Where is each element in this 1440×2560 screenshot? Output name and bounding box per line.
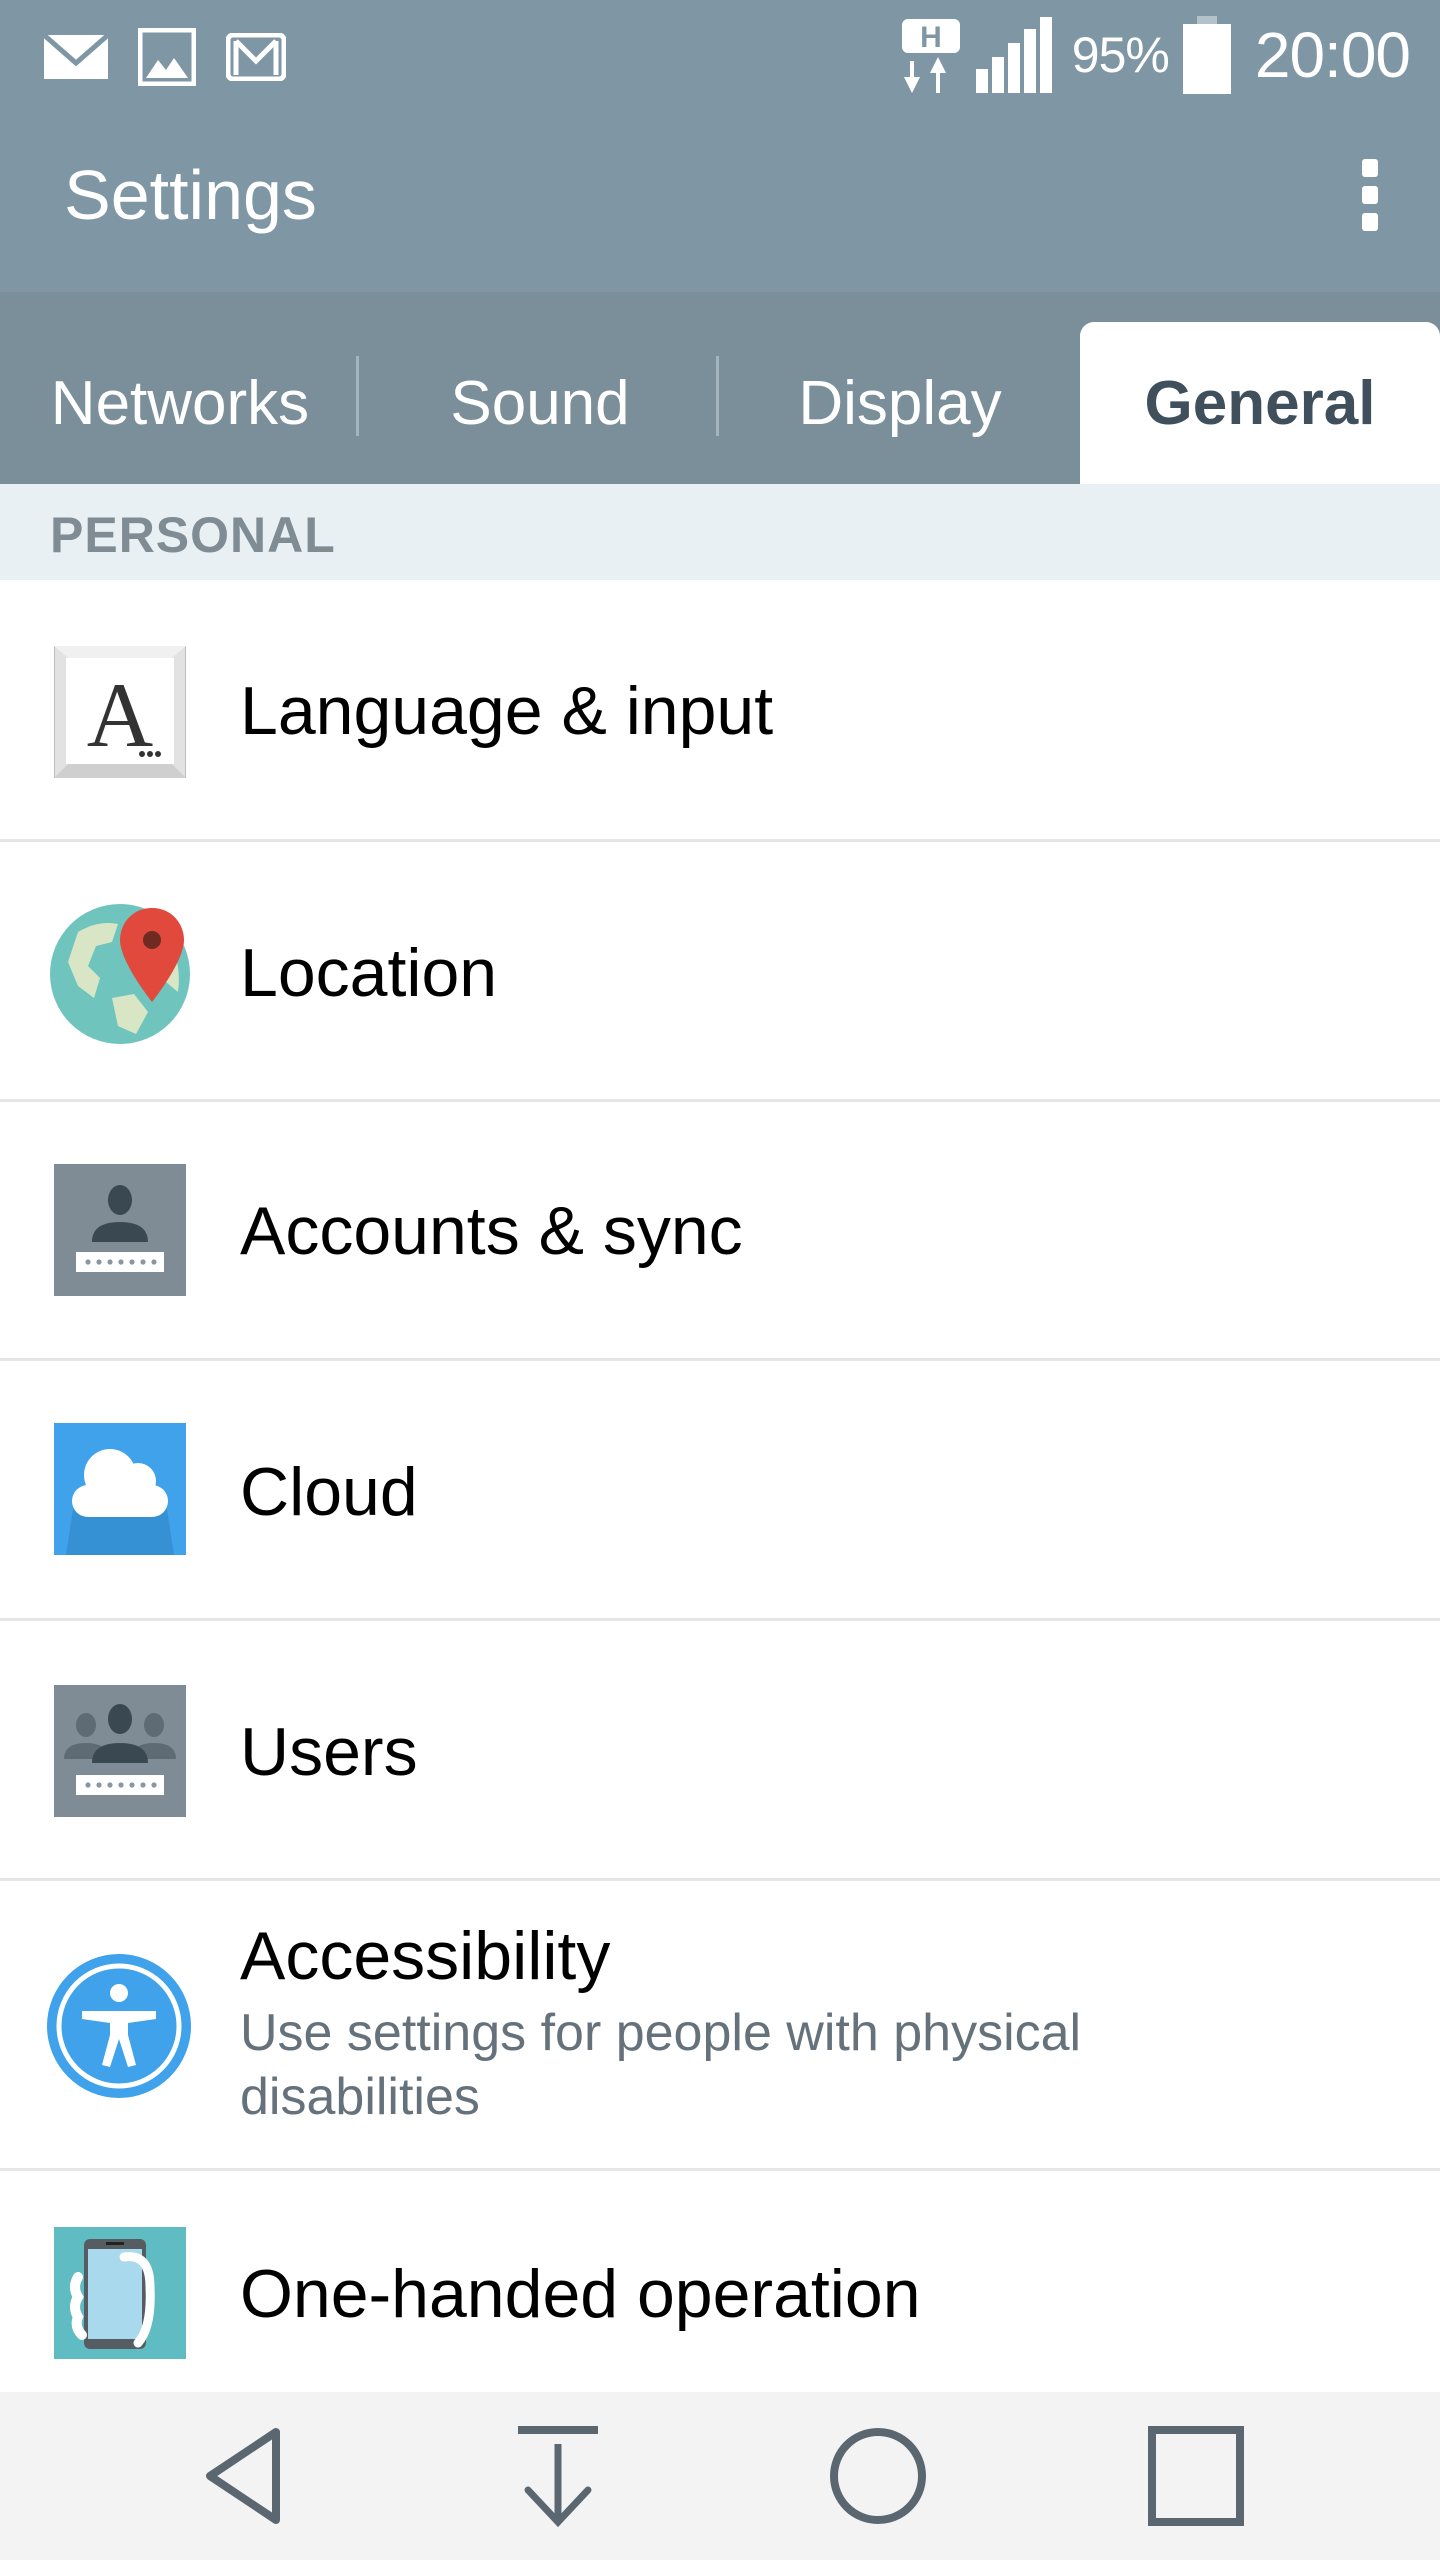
- item-title: Language & input: [240, 673, 774, 749]
- tab-display[interactable]: Display: [720, 322, 1080, 484]
- gmail-icon: [226, 33, 286, 81]
- item-title: Cloud: [240, 1454, 418, 1530]
- tab-divider: [356, 356, 359, 436]
- home-icon: [830, 2428, 926, 2524]
- item-subtitle: Use settings for people with physical di…: [240, 2004, 1082, 2126]
- list-item-accessibility[interactable]: Accessibility Use settings for people wi…: [0, 1881, 1440, 2171]
- network-type-icon: H: [901, 19, 960, 93]
- list-item-language-input[interactable]: A Language & input: [0, 580, 1440, 842]
- list-item-location[interactable]: Location: [0, 842, 1440, 1102]
- item-title: Location: [240, 935, 498, 1011]
- notification-icons: [44, 28, 286, 86]
- more-vert-icon[interactable]: [1340, 145, 1400, 245]
- tab-divider: [716, 356, 719, 436]
- status-bar: H 95% 20:00: [0, 0, 1440, 105]
- tab-sound[interactable]: Sound: [360, 322, 720, 484]
- page-title: Settings: [64, 156, 317, 234]
- image-icon: [138, 28, 196, 86]
- language-icon: A: [54, 646, 186, 778]
- signal-bars-icon: [975, 17, 1052, 93]
- recents-button[interactable]: [1126, 2416, 1266, 2536]
- tab-general[interactable]: General: [1080, 322, 1440, 484]
- navigation-bar: [0, 2392, 1440, 2560]
- status-right: H 95% 20:00: [901, 10, 1411, 100]
- battery-percent: 95%: [1071, 27, 1170, 83]
- item-title: One-handed operation: [240, 2256, 921, 2332]
- list-item-cloud[interactable]: Cloud: [0, 1361, 1440, 1621]
- battery-icon: [1182, 16, 1231, 94]
- svg-text:H: H: [920, 21, 942, 54]
- notification-pulldown-icon: [518, 2426, 598, 2528]
- tab-bar: Networks Sound Display General: [0, 292, 1440, 484]
- back-button[interactable]: [176, 2416, 316, 2536]
- home-button[interactable]: [808, 2416, 948, 2536]
- users-icon: [54, 1685, 186, 1817]
- item-title: Accessibility: [240, 1918, 611, 1994]
- app-bar: Settings: [0, 105, 1440, 292]
- item-title: Accounts & sync: [240, 1193, 743, 1269]
- overflow-dot: [1362, 213, 1378, 231]
- tab-networks[interactable]: Networks: [0, 322, 360, 484]
- accessibility-icon: [47, 1954, 191, 2098]
- notification-pulldown-button[interactable]: [488, 2416, 628, 2536]
- settings-list: A Language & input Location Accounts & s…: [0, 580, 1440, 2391]
- accounts-icon: [54, 1164, 186, 1296]
- section-header: PERSONAL: [0, 484, 1440, 580]
- recents-icon: [1148, 2426, 1244, 2526]
- overflow-dot: [1362, 186, 1378, 204]
- overflow-dot: [1362, 159, 1378, 177]
- back-icon: [206, 2428, 280, 2524]
- svg-text:A: A: [87, 664, 153, 766]
- section-label: PERSONAL: [50, 507, 336, 563]
- clock: 20:00: [1254, 19, 1411, 91]
- list-item-accounts-sync[interactable]: Accounts & sync: [0, 1102, 1440, 1361]
- location-globe-icon: [50, 904, 190, 1044]
- item-title: Users: [240, 1714, 418, 1790]
- list-item-one-handed-operation[interactable]: One-handed operation: [0, 2171, 1440, 2391]
- cloud-icon: [54, 1423, 186, 1555]
- list-item-users[interactable]: Users: [0, 1621, 1440, 1881]
- email-icon: [44, 33, 108, 79]
- one-handed-icon: [54, 2227, 186, 2359]
